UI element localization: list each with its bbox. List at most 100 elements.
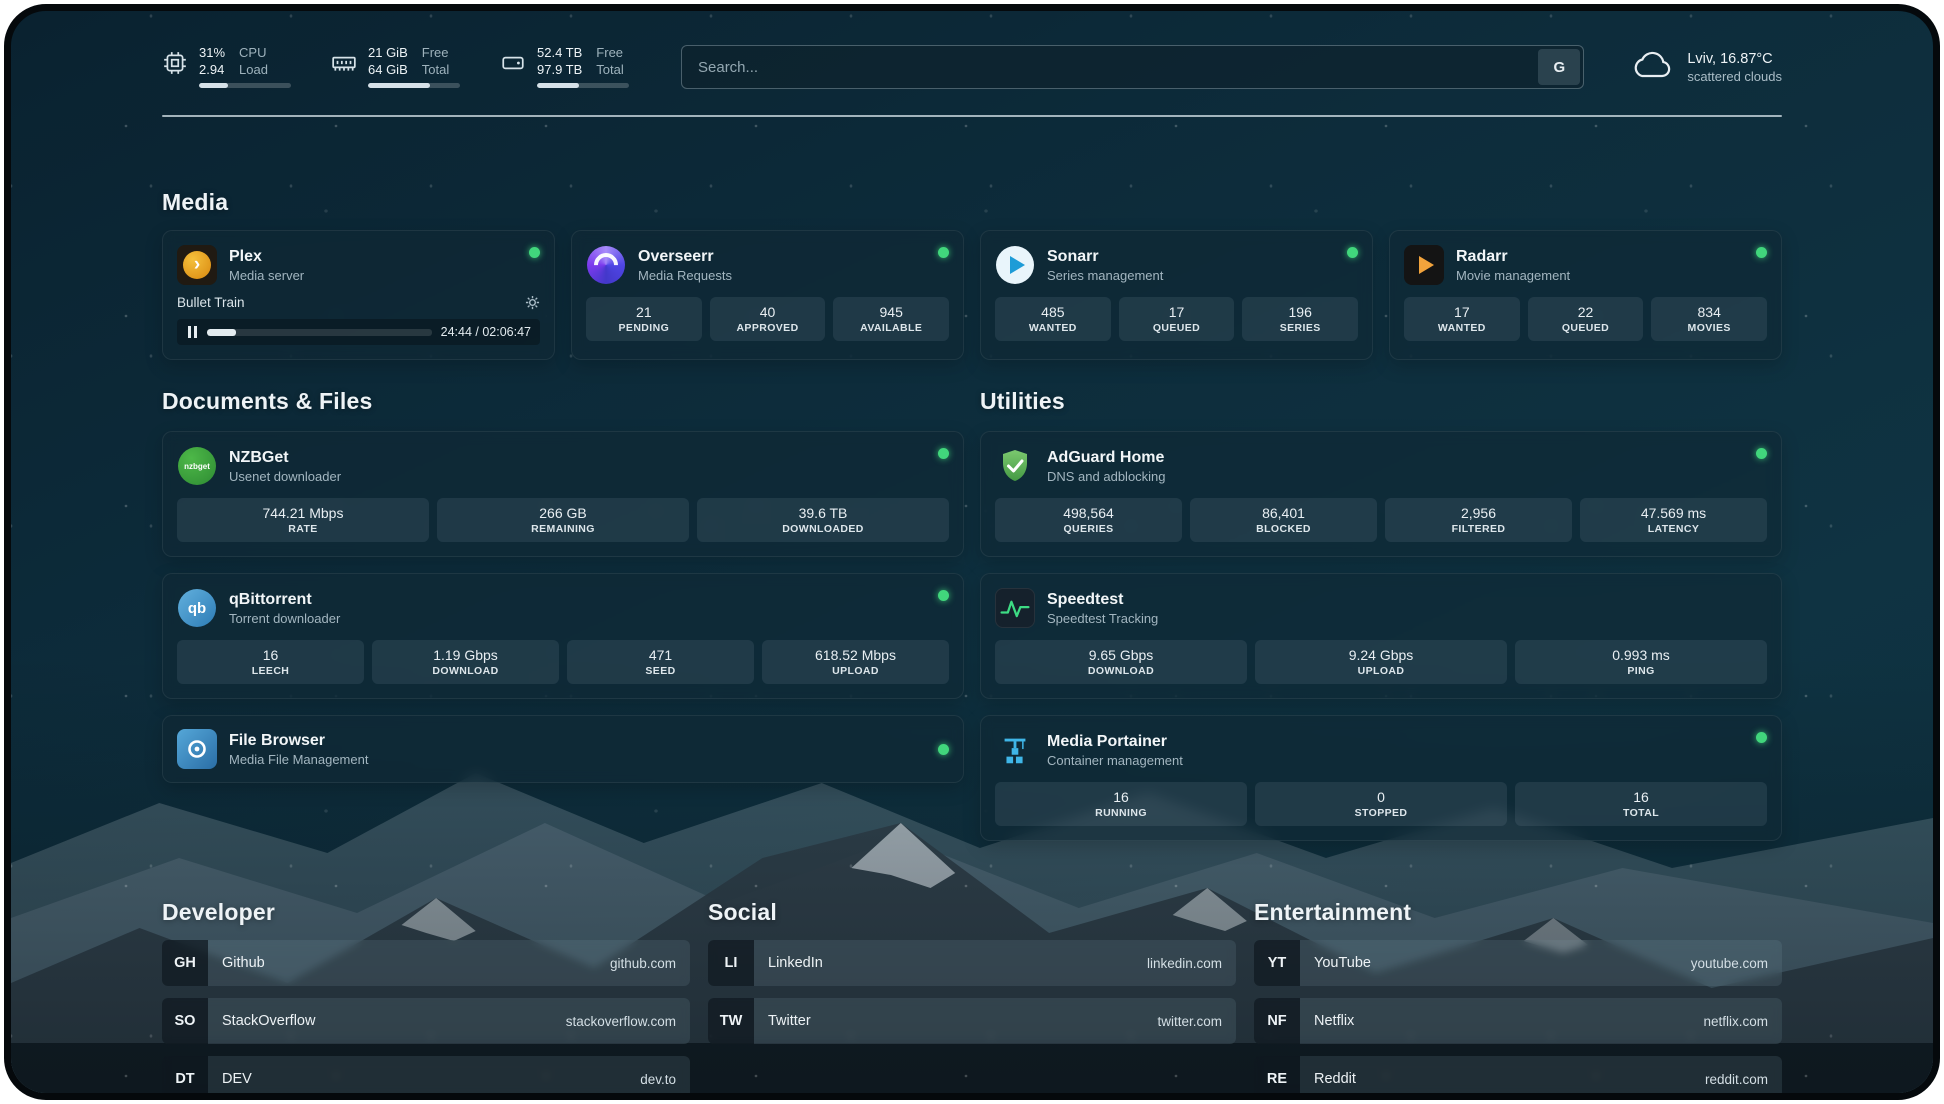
stat-tile: 618.52 Mbps UPLOAD	[762, 640, 949, 684]
disk-widget: 52.4 TB 97.9 TB Free Total	[500, 46, 629, 89]
status-dot	[1347, 247, 1358, 258]
app-card-portainer[interactable]: Media Portainer Container management 16 …	[980, 715, 1782, 841]
bookmark-stackoverflow[interactable]: SO StackOverflow stackoverflow.com	[162, 998, 690, 1044]
status-dot	[938, 744, 949, 755]
bookmark-youtube[interactable]: YT YouTube youtube.com	[1254, 940, 1782, 986]
disk-label-bottom: Total	[596, 63, 623, 78]
app-name: Sonarr	[1047, 248, 1163, 266]
bookmark-group-entertainment: Entertainment YT YouTube youtube.com NF …	[1254, 899, 1782, 1100]
plex-icon: ›	[177, 245, 217, 285]
app-name: NZBGet	[229, 449, 341, 467]
radarr-icon	[1404, 245, 1444, 285]
app-card-sonarr[interactable]: Sonarr Series management 485 WANTED 17 Q…	[980, 230, 1373, 360]
stat-tile: 17 QUEUED	[1119, 297, 1235, 341]
app-card-nzbget[interactable]: nzbget NZBGet Usenet downloader 744.21 M…	[162, 431, 964, 557]
bookmark-reddit[interactable]: RE Reddit reddit.com	[1254, 1056, 1782, 1100]
app-card-qbittorrent[interactable]: qb qBittorrent Torrent downloader 16 LEE…	[162, 573, 964, 699]
memory-label-top: Free	[422, 46, 449, 61]
overseerr-icon	[586, 245, 626, 285]
app-card-adguard[interactable]: AdGuard Home DNS and adblocking 498,564 …	[980, 431, 1782, 557]
stat-tile: 86,401 BLOCKED	[1190, 498, 1377, 542]
app-card-speedtest[interactable]: Speedtest Speedtest Tracking 9.65 Gbps D…	[980, 573, 1782, 699]
media-player-bar: 24:44 / 02:06:47	[177, 319, 540, 345]
app-name: Radarr	[1456, 248, 1570, 266]
system-widgets: 31% 2.94 CPU Load	[162, 46, 629, 89]
app-subtitle: Series management	[1047, 268, 1163, 283]
stat-tile: 498,564 QUERIES	[995, 498, 1182, 542]
section-title-developer: Developer	[162, 899, 690, 926]
weather-location: Lviv, 16.87°C	[1687, 51, 1782, 67]
playback-progress[interactable]	[207, 329, 432, 336]
gear-icon[interactable]	[525, 295, 540, 310]
search-bar[interactable]: G	[681, 45, 1584, 89]
cloud-icon	[1630, 49, 1674, 86]
section-title-documents: Documents & Files	[162, 388, 964, 415]
stat-tile: 266 GB REMAINING	[437, 498, 689, 542]
youtube-icon: YT	[1254, 940, 1300, 986]
weather-widget[interactable]: Lviv, 16.87°C scattered clouds	[1630, 49, 1782, 86]
search-input[interactable]	[685, 59, 1538, 76]
app-name: AdGuard Home	[1047, 449, 1166, 467]
disk-progress-bar	[537, 83, 629, 88]
stat-tile: 2,956 FILTERED	[1385, 498, 1572, 542]
stat-tile: 47.569 ms LATENCY	[1580, 498, 1767, 542]
stat-tile: 16 RUNNING	[995, 782, 1247, 826]
app-subtitle: Torrent downloader	[229, 611, 340, 626]
stat-tile: 40 APPROVED	[710, 297, 826, 341]
status-dot	[938, 448, 949, 459]
cpu-widget: 31% 2.94 CPU Load	[162, 46, 291, 89]
bookmark-netflix[interactable]: NF Netflix netflix.com	[1254, 998, 1782, 1044]
app-subtitle: Media File Management	[229, 752, 368, 767]
stackoverflow-icon: SO	[162, 998, 208, 1044]
sonarr-icon	[995, 245, 1035, 285]
github-icon: GH	[162, 940, 208, 986]
bookmark-dev[interactable]: DT DEV dev.to	[162, 1056, 690, 1100]
disk-label-top: Free	[596, 46, 623, 61]
section-title-media: Media	[162, 189, 1782, 216]
netflix-icon: NF	[1254, 998, 1300, 1044]
cpu-label-bottom: Load	[239, 63, 268, 78]
bookmark-linkedin[interactable]: LI LinkedIn linkedin.com	[708, 940, 1236, 986]
app-card-filebrowser[interactable]: File Browser Media File Management	[162, 715, 964, 783]
app-subtitle: Media Requests	[638, 268, 732, 283]
stat-tile: 744.21 Mbps RATE	[177, 498, 429, 542]
bookmark-twitter[interactable]: TW Twitter twitter.com	[708, 998, 1236, 1044]
disk-free-value: 52.4 TB	[537, 46, 582, 61]
app-card-overseerr[interactable]: Overseerr Media Requests 21 PENDING 40 A…	[571, 230, 964, 360]
dev-icon: DT	[162, 1056, 208, 1100]
topbar: 31% 2.94 CPU Load	[162, 45, 1782, 89]
stat-tile: 9.65 Gbps DOWNLOAD	[995, 640, 1247, 684]
cpu-load-value: 2.94	[199, 63, 225, 78]
linkedin-icon: LI	[708, 940, 754, 986]
app-card-radarr[interactable]: Radarr Movie management 17 WANTED 22 QUE…	[1389, 230, 1782, 360]
memory-label-bottom: Total	[422, 63, 449, 78]
bookmark-group-social: Social LI LinkedIn linkedin.com TW Twitt…	[708, 899, 1236, 1100]
memory-total-value: 64 GiB	[368, 63, 408, 78]
playback-time: 24:44 / 02:06:47	[441, 325, 531, 339]
app-subtitle: Container management	[1047, 753, 1183, 768]
stat-tile: 16 TOTAL	[1515, 782, 1767, 826]
speedtest-icon	[995, 588, 1035, 628]
status-dot	[938, 590, 949, 601]
app-name: Media Portainer	[1047, 733, 1183, 751]
cpu-progress-bar	[199, 83, 291, 88]
disk-icon	[500, 50, 526, 81]
memory-progress-bar	[368, 83, 460, 88]
topbar-divider	[162, 115, 1782, 117]
stat-tile: 196 SERIES	[1242, 297, 1358, 341]
app-subtitle: DNS and adblocking	[1047, 469, 1166, 484]
bookmark-github[interactable]: GH Github github.com	[162, 940, 690, 986]
pause-icon[interactable]	[186, 326, 198, 338]
stat-tile: 471 SEED	[567, 640, 754, 684]
bookmark-group-developer: Developer GH Github github.com SO StackO…	[162, 899, 690, 1100]
stat-tile: 39.6 TB DOWNLOADED	[697, 498, 949, 542]
qbittorrent-icon: qb	[177, 588, 217, 628]
documents-column: Documents & Files nzbget NZBGet Usenet d…	[162, 388, 964, 783]
stat-tile: 9.24 Gbps UPLOAD	[1255, 640, 1507, 684]
search-engine-button[interactable]: G	[1538, 49, 1580, 85]
filebrowser-icon	[177, 729, 217, 769]
app-name: qBittorrent	[229, 591, 340, 609]
app-name: Speedtest	[1047, 591, 1158, 609]
app-card-plex[interactable]: › Plex Media server Bullet Train	[162, 230, 555, 360]
stat-tile: 1.19 Gbps DOWNLOAD	[372, 640, 559, 684]
